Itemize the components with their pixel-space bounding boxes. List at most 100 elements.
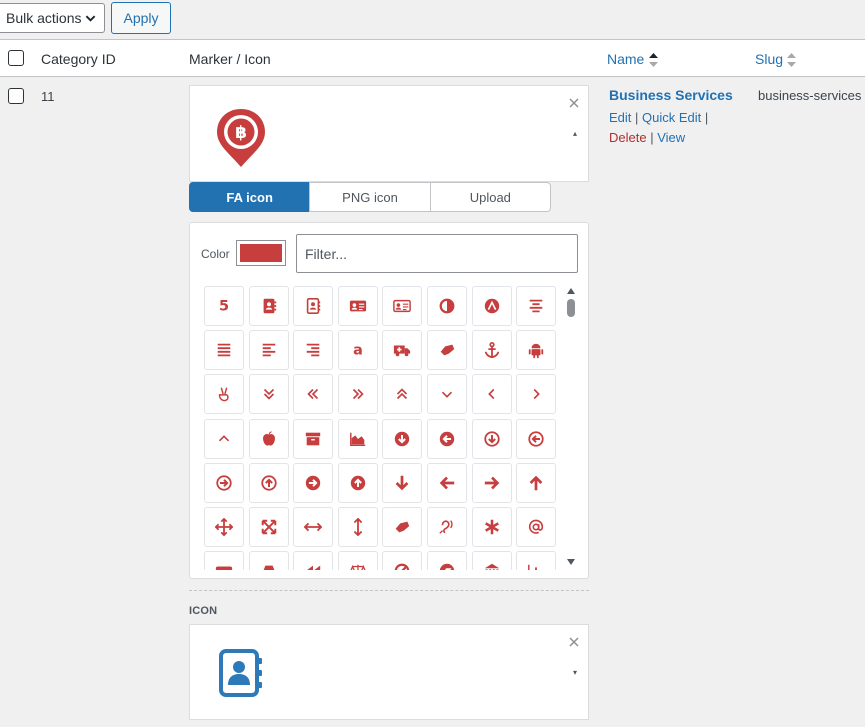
tab-upload[interactable]: Upload [429,182,551,212]
icon-option-angle-down[interactable] [427,374,467,415]
icon-option-bank[interactable] [471,551,512,570]
icon-filter-input[interactable] [296,234,578,273]
caret-up-icon[interactable]: ▴ [573,129,577,138]
arrow-circle-down-icon [393,430,411,448]
at-icon [527,518,545,536]
icon-option-arrows-h[interactable] [293,507,334,547]
apple-icon [260,430,278,448]
icon-option-arrow-circle-down[interactable] [382,418,423,459]
adjust-icon [438,297,456,315]
icon-option-arrow-circle-up[interactable] [337,462,378,503]
tab-fa-icon[interactable]: FA icon [189,182,311,212]
edit-link[interactable]: Edit [609,110,631,125]
icon-option-assistive-listening[interactable] [427,507,467,547]
icon-option-angle-up[interactable] [204,418,244,459]
balance-scale-icon [349,562,367,570]
color-picker-swatch[interactable] [236,240,286,266]
automobile-icon [260,562,278,570]
icon-option-angle-right[interactable] [516,374,557,415]
row-actions: Edit | Quick Edit | Delete | View [609,108,719,148]
icon-option-500px[interactable]: 5 [204,286,244,326]
icon-option-arrow-left[interactable] [427,462,467,503]
caret-down-icon[interactable]: ▾ [573,668,577,677]
assistive-listening-icon [438,518,456,536]
select-all-checkbox[interactable] [8,50,24,66]
icon-option-automobile[interactable] [248,551,289,570]
icon-option-angle-double-down[interactable] [248,374,289,415]
tab-png-icon[interactable]: PNG icon [309,182,431,212]
scroll-down-icon[interactable] [566,558,576,566]
icon-option-audio-description[interactable] [204,551,244,570]
address-book-o-icon [304,297,322,315]
icon-option-align-right[interactable] [293,330,334,371]
row-checkbox[interactable] [8,88,24,104]
ambulance-icon [393,341,411,359]
icon-option-asl-interpreting[interactable] [382,507,423,547]
icon-option-balance-scale[interactable] [337,551,378,570]
bitcoin-map-marker-icon: ฿ [217,109,265,167]
icon-option-arrows-v[interactable] [337,507,378,547]
icon-option-backward[interactable] [293,551,334,570]
icon-option-arrows-alt[interactable] [248,507,289,547]
category-name-link[interactable]: Business Services [609,87,733,103]
sort-icon[interactable] [787,53,796,67]
icon-option-area-chart[interactable] [337,418,378,459]
quick-edit-link[interactable]: Quick Edit [642,110,701,125]
icon-option-arrow-circle-o-up[interactable] [248,462,289,503]
icon-option-apple[interactable] [248,418,289,459]
icon-option-anchor[interactable] [471,330,512,371]
action-separator: | [704,110,709,125]
icon-option-angle-double-up[interactable] [382,374,423,415]
chevron-down-icon [85,15,96,22]
icon-option-arrow-right[interactable] [471,462,512,503]
icon-option-adn[interactable] [471,286,512,326]
icon-option-bar-chart[interactable] [516,551,557,570]
icon-option-angle-double-left[interactable] [293,374,334,415]
arrows-v-icon [349,518,367,536]
close-icon[interactable] [569,637,579,647]
icon-option-angellist[interactable] [204,374,244,415]
icon-option-align-center[interactable] [516,286,557,326]
icon-option-arrow-circle-right[interactable] [293,462,334,503]
icon-option-align-left[interactable] [248,330,289,371]
icon-option-adjust[interactable] [427,286,467,326]
icon-option-address-card[interactable] [337,286,378,326]
500px-icon: 5 [215,297,233,315]
address-book-icon [219,649,262,697]
icon-option-ambulance[interactable] [382,330,423,371]
icon-option-arrow-circle-left[interactable] [427,418,467,459]
view-link[interactable]: View [657,130,685,145]
bandcamp-icon [438,562,456,570]
sort-icon[interactable] [649,53,658,67]
icon-option-address-book[interactable] [248,286,289,326]
icon-option-amazon[interactable]: a [337,330,378,371]
scroll-up-icon[interactable] [566,287,576,295]
icon-option-address-book-o[interactable] [293,286,334,326]
icon-option-arrow-up[interactable] [516,462,557,503]
icon-option-address-card-o[interactable] [382,286,423,326]
icon-option-arrow-down[interactable] [382,462,423,503]
icon-option-ban[interactable] [382,551,423,570]
column-header-slug[interactable]: Slug [755,51,783,67]
icon-option-american-sign-language[interactable] [427,330,467,371]
icon-option-arrow-circle-o-down[interactable] [471,418,512,459]
icon-option-asterisk[interactable] [471,507,512,547]
icon-option-android[interactable] [516,330,557,371]
scrollbar-thumb[interactable] [567,299,575,317]
close-icon[interactable] [569,98,579,108]
icon-option-arrow-circle-o-left[interactable] [516,418,557,459]
icon-option-bandcamp[interactable] [427,551,467,570]
column-header-name[interactable]: Name [607,51,644,67]
angle-double-up-icon [393,385,411,403]
bulk-actions-select[interactable]: Bulk actions [0,3,105,33]
icon-option-arrow-circle-o-right[interactable] [204,462,244,503]
icon-option-arrows[interactable] [204,507,244,547]
address-book-icon [260,297,278,315]
icon-option-at[interactable] [516,507,557,547]
icon-option-angle-double-right[interactable] [337,374,378,415]
icon-option-align-justify[interactable] [204,330,244,371]
delete-link[interactable]: Delete [609,130,647,145]
apply-button[interactable]: Apply [111,2,171,34]
icon-option-angle-left[interactable] [471,374,512,415]
icon-option-archive[interactable] [293,418,334,459]
